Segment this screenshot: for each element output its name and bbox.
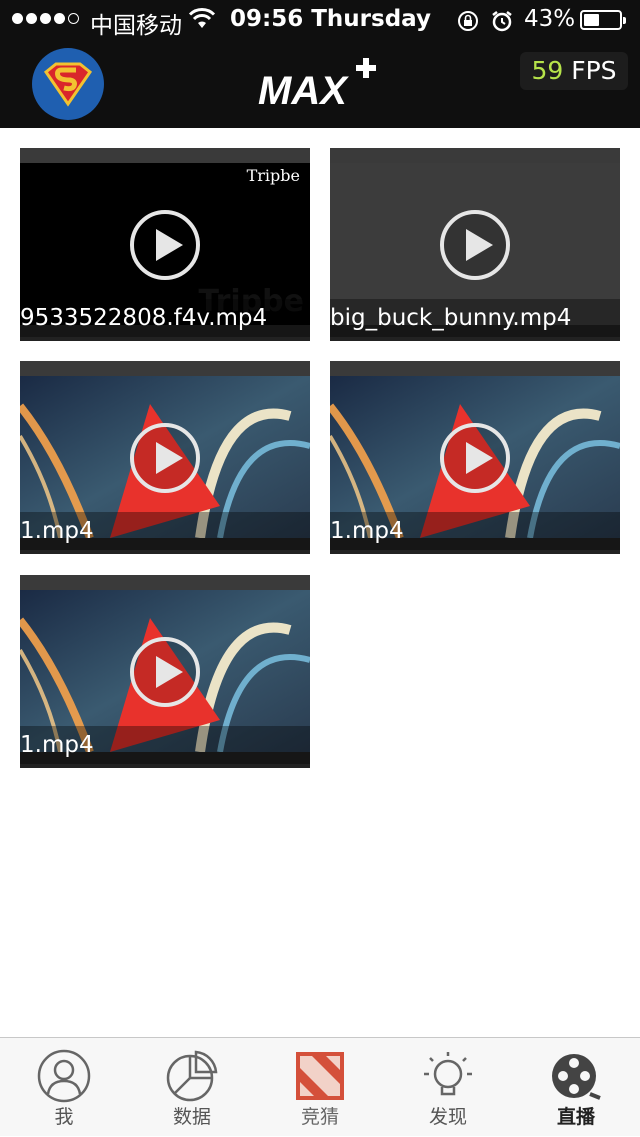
tile-strip (20, 361, 310, 376)
tab-data[interactable]: 数据 (128, 1038, 256, 1137)
watermark: Tripbe (246, 166, 300, 185)
carrier-name: 中国移动 (90, 13, 182, 39)
tab-label: 直播 (556, 1106, 595, 1128)
tab-label: 我 (54, 1106, 74, 1128)
person-icon (37, 1049, 91, 1103)
lightbulb-icon (424, 1052, 472, 1096)
fps-counter: 59 FPS (520, 52, 628, 90)
superman-icon (43, 62, 93, 107)
tab-discover[interactable]: 发现 (384, 1038, 512, 1137)
play-icon[interactable] (439, 209, 511, 281)
video-tile[interactable]: 1.mp4 (330, 361, 620, 554)
superman-avatar[interactable] (32, 48, 104, 120)
battery-icon (580, 10, 626, 30)
video-tile[interactable]: 1.mp4 (20, 361, 310, 554)
tile-strip (330, 148, 620, 163)
tile-strip (330, 361, 620, 376)
logo-text: MAX (258, 69, 349, 108)
tab-guess[interactable]: 竞猜 (256, 1038, 384, 1137)
play-icon[interactable] (439, 422, 511, 494)
tab-label: 发现 (428, 1106, 467, 1128)
wifi-icon (188, 8, 216, 28)
top-bar: 中国移动 09:56 Thursday 43% MAX 59 FPS (0, 0, 640, 128)
video-tile[interactable]: big_buck_bunny.mp4 (330, 148, 620, 341)
signal-strength-icon (12, 13, 79, 24)
video-filename: 1.mp4 (20, 726, 310, 764)
tab-live[interactable]: 直播 (512, 1038, 640, 1137)
status-time: 09:56 Thursday (230, 6, 431, 32)
tab-me[interactable]: 我 (0, 1038, 128, 1137)
video-filename: big_buck_bunny.mp4 (330, 299, 620, 337)
rotation-lock-icon (458, 11, 478, 31)
battery-percent: 43% (524, 6, 576, 32)
play-icon[interactable] (129, 209, 201, 281)
tile-strip (20, 148, 310, 163)
video-filename: 1.mp4 (330, 512, 620, 550)
tab-label: 竞猜 (300, 1106, 339, 1128)
pie-chart-icon (166, 1050, 218, 1102)
alarm-icon (492, 11, 512, 32)
fps-value: 59 (531, 56, 564, 85)
video-filename: 9533522808.f4v.mp4 (20, 299, 310, 337)
film-reel-icon (552, 1054, 601, 1100)
video-tile[interactable]: Tripbe Tripbe 9533522808.f4v.mp4 (20, 148, 310, 341)
play-icon[interactable] (129, 636, 201, 708)
tile-strip (20, 575, 310, 590)
status-bar: 中国移动 09:56 Thursday 43% (0, 0, 640, 40)
play-icon[interactable] (129, 422, 201, 494)
video-tile[interactable]: 1.mp4 (20, 575, 310, 768)
tab-bar: 我 数据 竞猜 发现 直播 (0, 1037, 640, 1136)
max-plus-logo: MAX (258, 56, 386, 113)
fps-label: FPS (571, 56, 617, 85)
tab-label: 数据 (172, 1106, 211, 1128)
dota-icon (296, 1052, 344, 1100)
video-filename: 1.mp4 (20, 512, 310, 550)
